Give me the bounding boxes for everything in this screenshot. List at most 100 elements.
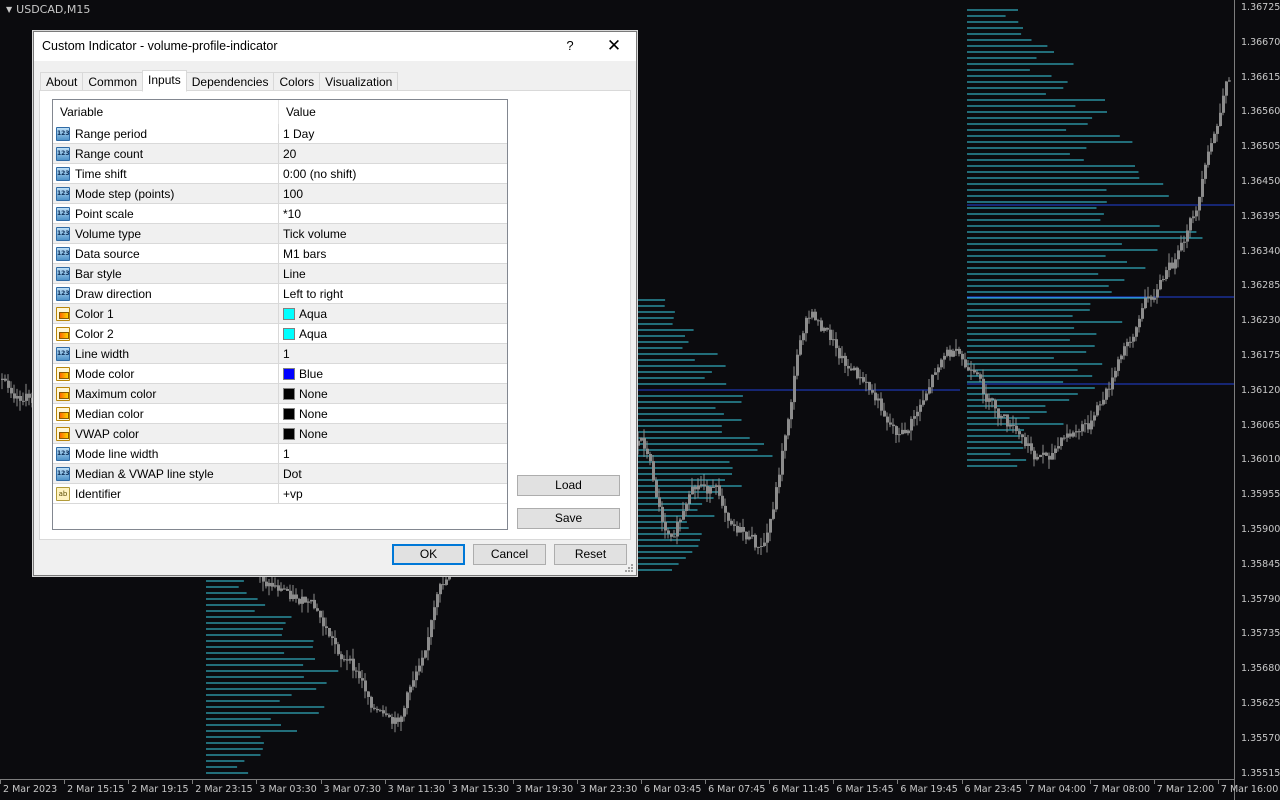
time-label: 2 Mar 2023 bbox=[0, 780, 58, 795]
column-header-value[interactable]: Value bbox=[279, 100, 507, 124]
variable-cell[interactable]: 123 Bar style bbox=[53, 264, 279, 283]
close-button[interactable]: ✕ bbox=[602, 35, 626, 57]
tab-dependencies[interactable]: Dependencies bbox=[185, 72, 275, 92]
value-cell[interactable]: 20 bbox=[279, 144, 507, 163]
variable-cell[interactable]: Color 1 bbox=[53, 304, 279, 323]
save-button[interactable]: Save bbox=[517, 508, 620, 529]
table-row[interactable]: Maximum color None bbox=[53, 384, 507, 404]
variable-cell[interactable]: 123 Mode step (points) bbox=[53, 184, 279, 203]
variable-cell[interactable]: 123 Range period bbox=[53, 124, 279, 143]
table-row[interactable]: 123 Data source M1 bars bbox=[53, 244, 507, 264]
tab-visualization[interactable]: Visualization bbox=[319, 72, 399, 92]
value-cell[interactable]: None bbox=[279, 404, 507, 423]
variable-cell[interactable]: 123 Point scale bbox=[53, 204, 279, 223]
candle-body bbox=[376, 708, 379, 711]
variable-cell[interactable]: Median color bbox=[53, 404, 279, 423]
table-row[interactable]: 123 Line width 1 bbox=[53, 344, 507, 364]
value-cell[interactable]: 1 bbox=[279, 444, 507, 463]
value-cell[interactable]: Aqua bbox=[279, 324, 507, 343]
candle-body bbox=[1159, 280, 1162, 290]
candle-body bbox=[886, 416, 889, 423]
candle-body bbox=[808, 317, 811, 319]
tab-inputs[interactable]: Inputs bbox=[142, 70, 187, 92]
variable-cell[interactable]: Color 2 bbox=[53, 324, 279, 343]
candle-body bbox=[28, 393, 31, 398]
variable-cell[interactable]: 123 Draw direction bbox=[53, 284, 279, 303]
table-row[interactable]: 123 Point scale *10 bbox=[53, 204, 507, 224]
table-row[interactable]: 123 Range period 1 Day bbox=[53, 124, 507, 144]
value-cell[interactable]: +vp bbox=[279, 484, 507, 503]
value-cell[interactable]: 0:00 (no shift) bbox=[279, 164, 507, 183]
table-row[interactable]: Color 1 Aqua bbox=[53, 304, 507, 324]
table-row[interactable]: 123 Draw direction Left to right bbox=[53, 284, 507, 304]
variable-cell[interactable]: VWAP color bbox=[53, 424, 279, 443]
table-row[interactable]: 123 Time shift 0:00 (no shift) bbox=[53, 164, 507, 184]
column-header-variable[interactable]: Variable bbox=[53, 100, 279, 124]
candle-body bbox=[646, 448, 649, 454]
variable-cell[interactable]: 123 Mode line width bbox=[53, 444, 279, 463]
candle-body bbox=[943, 355, 946, 360]
table-row[interactable]: Median color None bbox=[53, 404, 507, 424]
table-row[interactable]: 123 Median & VWAP line style Dot bbox=[53, 464, 507, 484]
value-cell[interactable]: Left to right bbox=[279, 284, 507, 303]
resize-grip-icon[interactable] bbox=[624, 563, 634, 573]
value-cell[interactable]: Tick volume bbox=[279, 224, 507, 243]
candle-body bbox=[313, 599, 316, 609]
value-cell[interactable]: None bbox=[279, 384, 507, 403]
candle-body bbox=[787, 419, 790, 436]
value-cell[interactable]: M1 bars bbox=[279, 244, 507, 263]
variable-cell[interactable]: 123 Range count bbox=[53, 144, 279, 163]
variable-name: Draw direction bbox=[75, 286, 152, 301]
candle-body bbox=[694, 486, 697, 490]
tab-colors[interactable]: Colors bbox=[273, 72, 321, 92]
inputs-table[interactable]: Variable Value 123 Range period 1 Day 123 Ra… bbox=[52, 99, 508, 530]
variable-cell[interactable]: Mode color bbox=[53, 364, 279, 383]
variable-cell[interactable]: ab Identifier bbox=[53, 484, 279, 503]
numeric-property-icon: 123 bbox=[56, 226, 70, 241]
table-row[interactable]: 123 Bar style Line bbox=[53, 264, 507, 284]
variable-cell[interactable]: 123 Volume type bbox=[53, 224, 279, 243]
triangle-down-icon[interactable]: ▼ bbox=[6, 5, 12, 14]
table-row[interactable]: 123 Range count 20 bbox=[53, 144, 507, 164]
table-row[interactable]: 123 Mode line width 1 bbox=[53, 444, 507, 464]
candle-body bbox=[358, 671, 361, 679]
candle-body bbox=[721, 495, 724, 506]
time-axis[interactable]: 2 Mar 2023 2 Mar 15:15 2 Mar 19:15 2 Mar 23… bbox=[0, 779, 1278, 800]
ok-button[interactable]: OK bbox=[392, 544, 465, 565]
candle-body bbox=[1048, 455, 1051, 460]
variable-cell[interactable]: 123 Line width bbox=[53, 344, 279, 363]
variable-cell[interactable]: Maximum color bbox=[53, 384, 279, 403]
reset-button[interactable]: Reset bbox=[554, 544, 627, 565]
value-cell[interactable]: 1 Day bbox=[279, 124, 507, 143]
table-row[interactable]: 123 Mode step (points) 100 bbox=[53, 184, 507, 204]
value-cell[interactable]: 100 bbox=[279, 184, 507, 203]
value-cell[interactable]: None bbox=[279, 424, 507, 443]
candle-body bbox=[847, 366, 850, 369]
variable-cell[interactable]: 123 Time shift bbox=[53, 164, 279, 183]
table-row[interactable]: Mode color Blue bbox=[53, 364, 507, 384]
price-axis[interactable]: 1.36725 1.36670 1.36615 1.36560 1.36505 1.364… bbox=[1234, 0, 1280, 800]
cancel-button[interactable]: Cancel bbox=[473, 544, 546, 565]
candle-body bbox=[1087, 423, 1090, 430]
variable-cell[interactable]: 123 Median & VWAP line style bbox=[53, 464, 279, 483]
table-row[interactable]: ab Identifier +vp bbox=[53, 484, 507, 504]
value-cell[interactable]: Blue bbox=[279, 364, 507, 383]
table-row[interactable]: VWAP color None bbox=[53, 424, 507, 444]
value-cell[interactable]: Line bbox=[279, 264, 507, 283]
tab-about[interactable]: About bbox=[40, 72, 84, 92]
help-button[interactable]: ? bbox=[558, 35, 582, 57]
table-row[interactable]: 123 Volume type Tick volume bbox=[53, 224, 507, 244]
value-cell[interactable]: *10 bbox=[279, 204, 507, 223]
value-cell[interactable]: Dot bbox=[279, 464, 507, 483]
dialog-titlebar[interactable]: Custom Indicator - volume-profile-indica… bbox=[34, 32, 636, 61]
table-row[interactable]: Color 2 Aqua bbox=[53, 324, 507, 344]
load-button[interactable]: Load bbox=[517, 475, 620, 496]
candle-body bbox=[730, 520, 733, 525]
tab-common[interactable]: Common bbox=[82, 72, 144, 92]
value-cell[interactable]: 1 bbox=[279, 344, 507, 363]
variable-cell[interactable]: 123 Data source bbox=[53, 244, 279, 263]
candle-body bbox=[373, 707, 376, 709]
time-label: 7 Mar 08:00 bbox=[1089, 780, 1151, 795]
value-cell[interactable]: Aqua bbox=[279, 304, 507, 323]
candle-body bbox=[382, 710, 385, 714]
